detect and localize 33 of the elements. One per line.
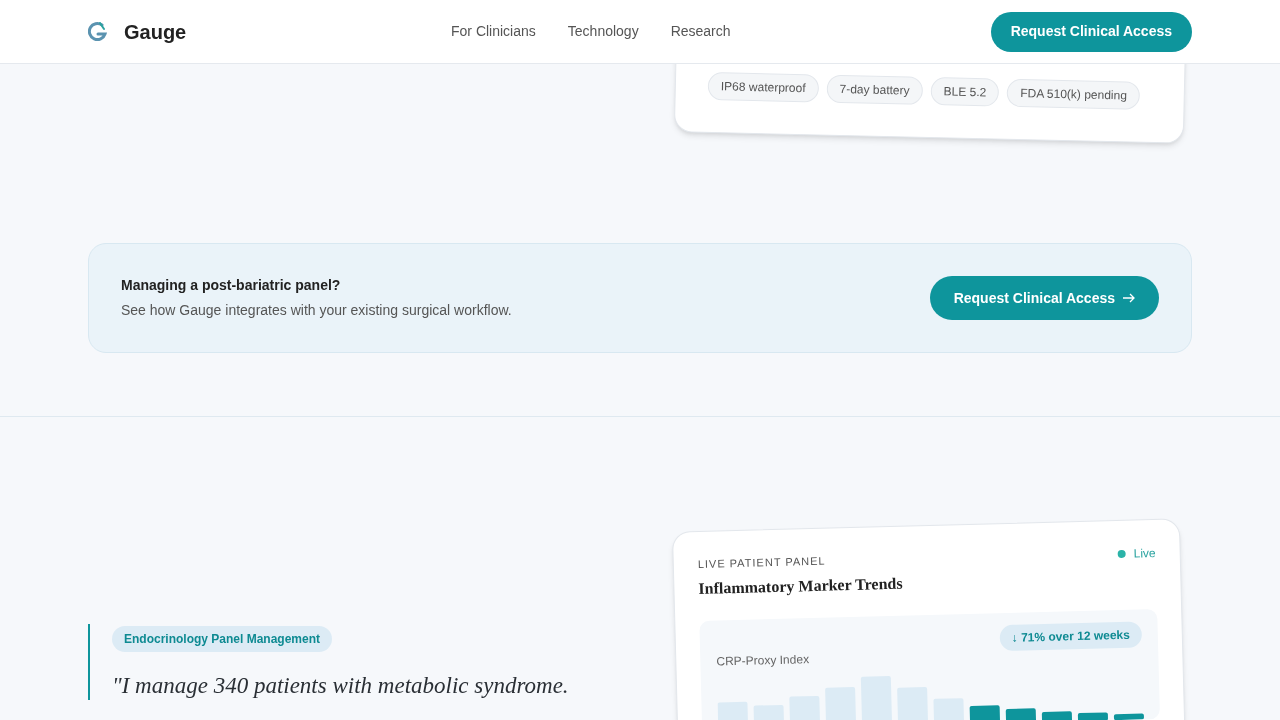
panel-eyebrow: LIVE PATIENT PANEL xyxy=(697,553,827,572)
chart-bar xyxy=(969,704,1001,720)
chart-bar xyxy=(1113,712,1144,720)
feature-tag: FDA 510(k) pending xyxy=(1006,78,1141,110)
chart-bar xyxy=(1005,707,1037,720)
request-access-button[interactable]: Request Clinical Access xyxy=(990,11,1192,52)
metric-label: CRP-Proxy Index xyxy=(716,650,810,671)
feature-tag: BLE 5.2 xyxy=(930,77,1000,107)
chart-bar xyxy=(1041,710,1073,720)
status-label: Live xyxy=(1133,545,1156,563)
chart-bar xyxy=(789,695,821,720)
chart-bar xyxy=(897,686,929,720)
brand-name: Gauge xyxy=(124,19,187,45)
quote-line: "I manage 340 patients with metabolic syndrome. xyxy=(112,672,569,700)
specialty-tag: Endocrinology Panel Management xyxy=(112,626,333,652)
nav-link[interactable]: For Clinicians xyxy=(451,21,536,42)
change-badge: ↓ 71% over 12 weeks xyxy=(999,620,1143,651)
request-access-button[interactable]: Request Clinical Access xyxy=(929,276,1159,320)
nav-link[interactable]: Research xyxy=(670,21,731,42)
logo-icon xyxy=(88,20,108,43)
chart-bar xyxy=(933,697,965,720)
nav-link[interactable]: Technology xyxy=(567,21,639,42)
arrow-right-icon xyxy=(1123,293,1135,303)
chart-bar xyxy=(717,701,749,720)
banner-title: Managing a post-bariatric panel? xyxy=(121,276,342,295)
chart-bar xyxy=(1077,711,1108,720)
panel-title: Inflammatory Marker Trends xyxy=(698,573,903,599)
chart-bar xyxy=(860,675,893,720)
chart-bar xyxy=(825,686,857,720)
chart-bar xyxy=(753,704,785,720)
feature-tag: IP68 waterproof xyxy=(707,71,819,103)
banner-text: See how Gauge integrates with your existing surgical workflow. xyxy=(121,301,512,320)
feature-tag: 7-day battery xyxy=(826,74,923,105)
